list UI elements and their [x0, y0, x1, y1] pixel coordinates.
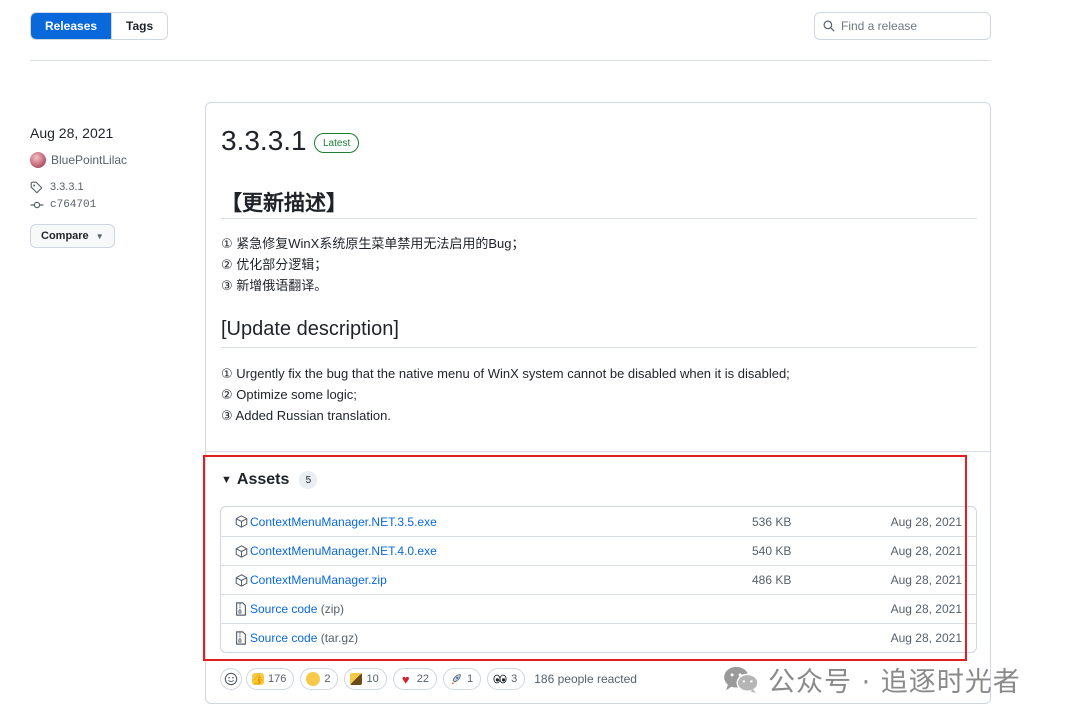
reaction-eyes[interactable]: 3 — [487, 668, 526, 690]
author-name[interactable]: BluePointLilac — [51, 153, 127, 167]
en-heading: [Update description] — [221, 318, 399, 340]
release-tag-toggle: Releases Tags — [30, 12, 169, 40]
divider — [30, 60, 991, 61]
wechat-icon — [724, 666, 759, 693]
compare-label: Compare — [41, 230, 89, 242]
reaction-hooray[interactable]: 10 — [344, 668, 387, 690]
highlight-box — [203, 455, 967, 661]
eyes-icon — [493, 672, 507, 686]
reaction-count: 3 — [511, 673, 518, 685]
reaction-count: 10 — [366, 673, 379, 685]
en-line: ③ Added Russian translation. — [221, 408, 391, 423]
caret-down-icon: ▼ — [95, 231, 104, 241]
hooray-icon — [350, 673, 363, 685]
tag-name[interactable]: 3.3.3.1 — [50, 181, 84, 193]
reaction-count: 176 — [268, 673, 287, 685]
search-icon — [823, 20, 835, 32]
cn-line: ③ 新增俄语翻译。 — [221, 278, 328, 293]
avatar — [30, 152, 46, 168]
commit-sha[interactable]: c764701 — [50, 199, 96, 211]
divider — [206, 451, 990, 452]
en-changelog: ① Urgently fix the bug that the native m… — [221, 363, 790, 426]
search-input[interactable] — [841, 19, 981, 33]
reaction-count: 1 — [466, 673, 474, 685]
author-link[interactable]: BluePointLilac — [30, 151, 195, 169]
en-line: ① Urgently fix the bug that the native m… — [221, 366, 790, 381]
release-date: Aug 28, 2021 — [30, 125, 114, 141]
reactions-summary: 186 people reacted — [534, 672, 637, 686]
reactions-bar: 👍 176 2 10 ♥ 22 1 3 186 people reacted — [220, 668, 637, 690]
heading-rule — [221, 218, 977, 219]
cn-line: ② 优化部分逻辑； — [221, 257, 328, 272]
en-line: ② Optimize some logic; — [221, 387, 357, 402]
latest-badge: Latest — [314, 133, 360, 153]
tag-icon — [30, 181, 46, 194]
release-title[interactable]: 3.3.3.1 — [221, 125, 307, 157]
reaction-heart[interactable]: ♥ 22 — [392, 668, 437, 690]
add-reaction-button[interactable] — [220, 668, 242, 690]
commit-icon — [30, 200, 46, 210]
reaction-count: 22 — [416, 673, 429, 685]
watermark-text: 公众号 · 追逐时光者 — [768, 667, 1021, 698]
thumbs-up-icon: 👍 — [251, 673, 265, 685]
releases-tab[interactable]: Releases — [31, 13, 112, 39]
tag-link[interactable]: 3.3.3.1 — [30, 178, 195, 196]
reaction-count: 2 — [324, 673, 331, 685]
heart-icon: ♥ — [401, 671, 410, 687]
find-release-search[interactable] — [814, 12, 991, 40]
commit-link[interactable]: c764701 — [30, 196, 195, 214]
cn-changelog: ① 紧急修复WinX系统原生菜单禁用无法启用的Bug； ② 优化部分逻辑； ③ … — [221, 233, 524, 296]
compare-button[interactable]: Compare ▼ — [30, 224, 115, 248]
wechat-watermark: 公众号 · 追逐时光者 — [722, 660, 1021, 699]
reaction-laugh[interactable]: 2 — [300, 668, 339, 690]
heading-rule — [221, 347, 977, 348]
rocket-icon — [449, 672, 463, 686]
reaction-thumbs-up[interactable]: 👍 176 — [246, 668, 295, 690]
cn-line: ① 紧急修复WinX系统原生菜单禁用无法启用的Bug； — [221, 236, 525, 251]
cn-heading: 【更新描述】 — [221, 192, 347, 215]
tags-tab[interactable]: Tags — [111, 13, 168, 39]
reaction-rocket[interactable]: 1 — [442, 668, 482, 690]
smiley-icon — [224, 672, 238, 686]
laugh-icon — [306, 672, 321, 686]
release-meta: Aug 28, 2021 BluePointLilac 3.3.3.1 c764… — [30, 125, 195, 248]
